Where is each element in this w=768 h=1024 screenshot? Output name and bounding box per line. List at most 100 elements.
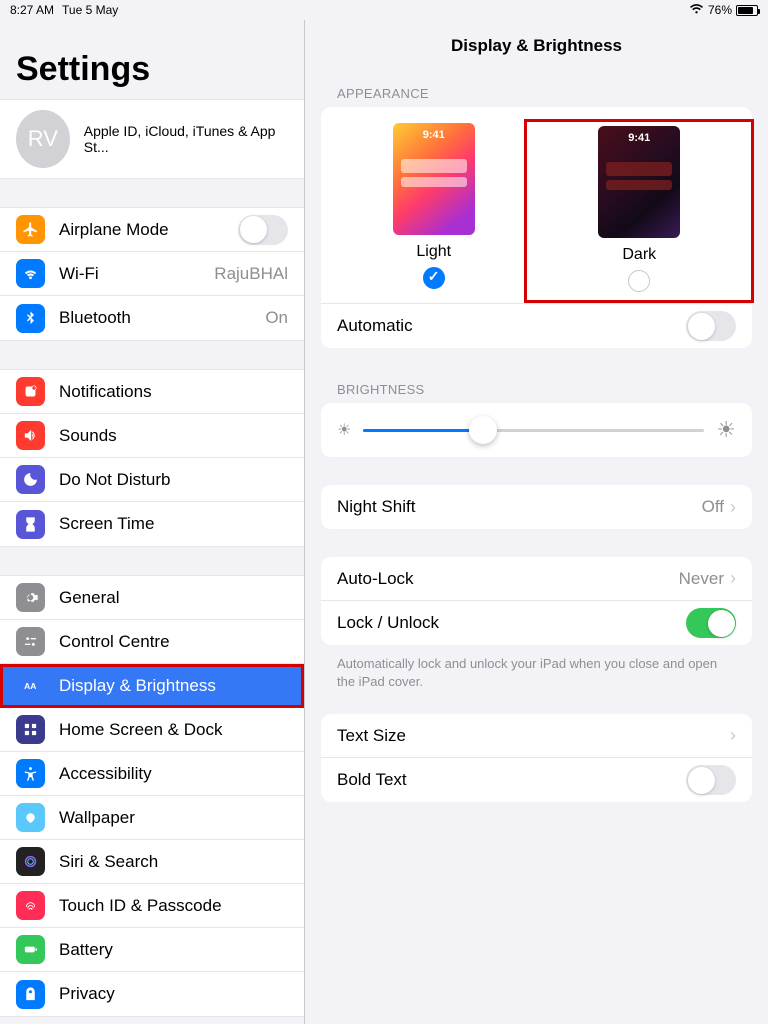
nightshift-label: Night Shift [337, 497, 702, 517]
sidebar-item-privacy[interactable]: Privacy [0, 972, 304, 1016]
sidebar-item-wallpaper[interactable]: Wallpaper [0, 796, 304, 840]
automatic-label: Automatic [337, 316, 686, 336]
sidebar-item-airplane[interactable]: Airplane Mode [0, 208, 304, 252]
page-title: Display & Brightness [305, 20, 768, 80]
textsize-label: Text Size [337, 726, 724, 746]
dnd-label: Do Not Disturb [59, 470, 288, 490]
battery-label: Battery [59, 940, 288, 960]
wifi-icon [689, 3, 704, 17]
chevron-right-icon: › [730, 725, 736, 746]
accessibility-label: Accessibility [59, 764, 288, 784]
detail-pane: Display & Brightness APPEARANCE 9:41 Lig… [305, 20, 768, 1024]
notifications-label: Notifications [59, 382, 288, 402]
dark-thumb: 9:41 [598, 126, 680, 238]
homescreen-icon [16, 715, 45, 744]
sidebar-item-display[interactable]: AA Display & Brightness [0, 664, 304, 708]
privacy-icon [16, 980, 45, 1009]
touchid-label: Touch ID & Passcode [59, 896, 288, 916]
sidebar-item-homescreen[interactable]: Home Screen & Dock [0, 708, 304, 752]
settings-title: Settings [0, 20, 304, 99]
boldtext-row[interactable]: Bold Text [321, 758, 752, 802]
homescreen-label: Home Screen & Dock [59, 720, 288, 740]
chevron-right-icon: › [730, 568, 736, 589]
autolock-label: Auto-Lock [337, 569, 679, 589]
account-row[interactable]: RV Apple ID, iCloud, iTunes & App St... [0, 100, 304, 178]
nightshift-row[interactable]: Night Shift Off › [321, 485, 752, 529]
autolock-row[interactable]: Auto-Lock Never › [321, 557, 752, 601]
sun-small-icon: ☀︎ [337, 420, 351, 440]
sidebar-item-notifications[interactable]: Notifications [0, 370, 304, 414]
bluetooth-value: On [265, 308, 288, 328]
sidebar-item-touchid[interactable]: Touch ID & Passcode [0, 884, 304, 928]
sounds-icon [16, 421, 45, 450]
status-bar: 8:27 AM Tue 5 May 76% [0, 0, 768, 20]
lockunlock-label: Lock / Unlock [337, 613, 686, 633]
sidebar-item-wifi[interactable]: Wi-Fi RajuBHAl [0, 252, 304, 296]
battery-percent: 76% [708, 3, 732, 17]
automatic-row[interactable]: Automatic [321, 304, 752, 348]
airplane-label: Airplane Mode [59, 220, 238, 240]
airplane-icon [16, 215, 45, 244]
screentime-label: Screen Time [59, 514, 288, 534]
boldtext-label: Bold Text [337, 770, 686, 790]
dark-label: Dark [557, 246, 721, 264]
automatic-toggle[interactable] [686, 311, 736, 341]
sidebar-item-screentime[interactable]: Screen Time [0, 502, 304, 546]
status-time: 8:27 AM [10, 3, 54, 17]
battery-icon [736, 5, 758, 16]
sidebar-item-general[interactable]: General [0, 576, 304, 620]
settings-sidebar: Settings RV Apple ID, iCloud, iTunes & A… [0, 20, 305, 1024]
lockunlock-row[interactable]: Lock / Unlock [321, 601, 752, 645]
battery-settings-icon [16, 935, 45, 964]
brightness-header: BRIGHTNESS [305, 376, 768, 403]
avatar: RV [16, 110, 70, 168]
sidebar-item-battery[interactable]: Battery [0, 928, 304, 972]
brightness-slider[interactable] [363, 429, 704, 432]
siri-label: Siri & Search [59, 852, 288, 872]
wifi-value: RajuBHAl [214, 264, 288, 284]
appearance-light[interactable]: 9:41 Light [349, 123, 519, 295]
sidebar-item-dnd[interactable]: Do Not Disturb [0, 458, 304, 502]
appearance-dark[interactable]: 9:41 Dark [554, 123, 724, 295]
privacy-label: Privacy [59, 984, 288, 1004]
chevron-right-icon: › [730, 497, 736, 518]
bluetooth-icon [16, 304, 45, 333]
light-label: Light [349, 243, 519, 261]
general-label: General [59, 588, 288, 608]
nightshift-value: Off [702, 497, 724, 517]
wallpaper-label: Wallpaper [59, 808, 288, 828]
sidebar-item-controlcentre[interactable]: Control Centre [0, 620, 304, 664]
screentime-icon [16, 510, 45, 539]
airplane-toggle[interactable] [238, 215, 288, 245]
brightness-slider-row[interactable]: ☀︎ ☀︎ [321, 403, 752, 457]
lockunlock-note: Automatically lock and unlock your iPad … [305, 651, 768, 690]
account-subtitle: Apple ID, iCloud, iTunes & App St... [84, 123, 288, 155]
light-radio[interactable] [423, 267, 445, 289]
appearance-header: APPEARANCE [305, 80, 768, 107]
controlcentre-label: Control Centre [59, 632, 288, 652]
siri-icon [16, 847, 45, 876]
sidebar-item-accessibility[interactable]: Accessibility [0, 752, 304, 796]
general-icon [16, 583, 45, 612]
controlcentre-icon [16, 627, 45, 656]
autolock-value: Never [679, 569, 724, 589]
touchid-icon [16, 891, 45, 920]
display-label: Display & Brightness [59, 676, 288, 696]
wifi-settings-icon [16, 259, 45, 288]
sidebar-item-siri[interactable]: Siri & Search [0, 840, 304, 884]
boldtext-toggle[interactable] [686, 765, 736, 795]
light-thumb: 9:41 [393, 123, 475, 235]
sun-large-icon: ☀︎ [716, 417, 736, 443]
dark-radio[interactable] [628, 270, 650, 292]
textsize-row[interactable]: Text Size › [321, 714, 752, 758]
svg-text:AA: AA [24, 681, 36, 691]
accessibility-icon [16, 759, 45, 788]
sidebar-item-sounds[interactable]: Sounds [0, 414, 304, 458]
sidebar-item-bluetooth[interactable]: Bluetooth On [0, 296, 304, 340]
lockunlock-toggle[interactable] [686, 608, 736, 638]
dnd-icon [16, 465, 45, 494]
bluetooth-label: Bluetooth [59, 308, 265, 328]
display-icon: AA [16, 671, 45, 700]
wifi-label: Wi-Fi [59, 264, 214, 284]
notifications-icon [16, 377, 45, 406]
